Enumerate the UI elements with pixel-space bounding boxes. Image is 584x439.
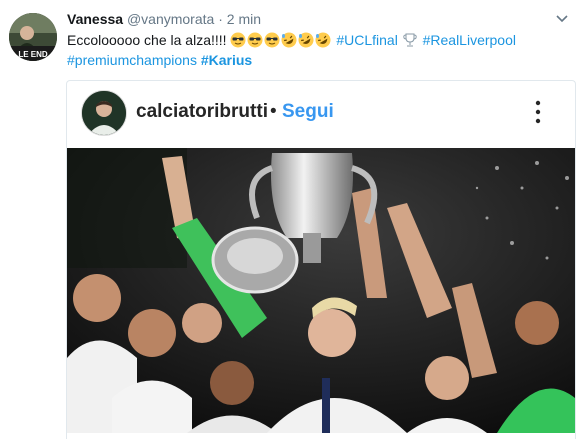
instagram-avatar[interactable] [81, 90, 127, 136]
instagram-card-header: calciatoribrutti • Segui [67, 81, 575, 147]
tweet-text-body: Eccolooooo che la alza!!!! [67, 32, 227, 48]
more-options-icon[interactable] [533, 99, 543, 125]
hashtag-link[interactable]: #premiumchampions [67, 52, 197, 68]
follow-button[interactable]: Segui [282, 101, 334, 123]
sunglasses-emoji-icon [230, 32, 246, 48]
tweet-header: Vanessa @vanymorata · 2 min [67, 10, 261, 28]
embedded-photo[interactable] [67, 148, 575, 433]
svg-text:LE END: LE END [18, 50, 48, 59]
chevron-down-icon[interactable] [554, 10, 570, 26]
hashtag-link[interactable]: #RealLiverpool [423, 32, 516, 48]
hashtag-link-highlighted[interactable]: #Karius [201, 52, 252, 68]
hashtag-link[interactable]: #UCLfinal [336, 32, 397, 48]
sunglasses-emoji-icon [247, 32, 263, 48]
instagram-username[interactable]: calciatoribrutti [136, 101, 268, 123]
instagram-avatar-image [82, 91, 126, 135]
tweet-timestamp[interactable]: 2 min [227, 11, 261, 27]
sunglasses-emoji-icon [264, 32, 280, 48]
embedded-instagram-card[interactable]: calciatoribrutti • Segui [66, 80, 576, 439]
rofl-emoji-icon [315, 32, 331, 48]
trophy-icon [402, 32, 418, 48]
rofl-emoji-icon [298, 32, 314, 48]
rofl-emoji-icon [281, 32, 297, 48]
author-handle[interactable]: @vanymorata [127, 11, 214, 27]
header-separator: · [218, 11, 223, 27]
tweet-text: Eccolooooo che la alza!!!! #UCLfinal #Re… [67, 30, 567, 70]
author-avatar[interactable]: LE END [9, 13, 57, 61]
avatar-image: LE END [9, 13, 57, 61]
instagram-separator: • [270, 101, 277, 122]
author-name[interactable]: Vanessa [67, 11, 123, 27]
